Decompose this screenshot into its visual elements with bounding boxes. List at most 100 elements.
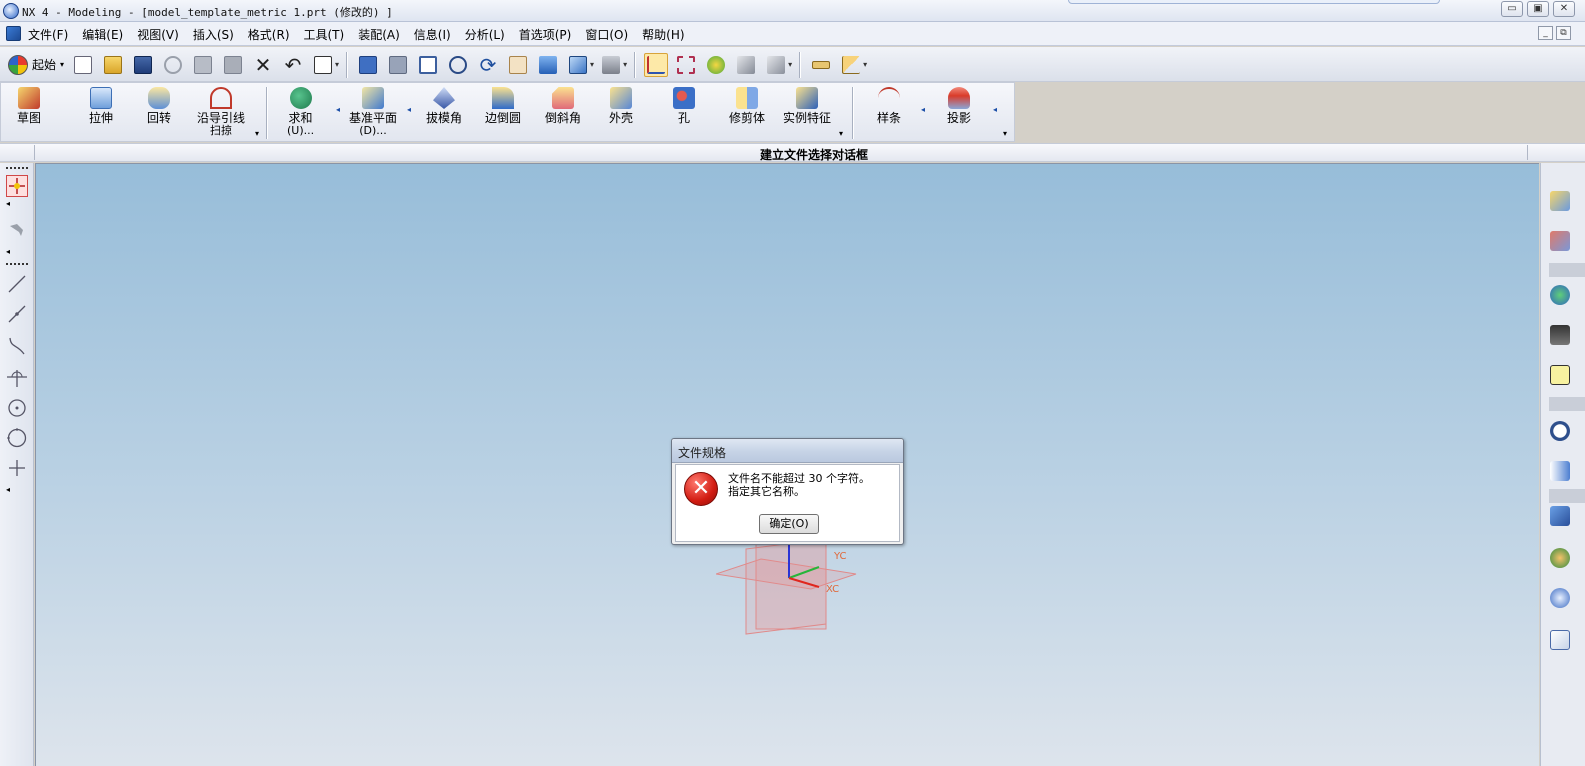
process-studio-icon[interactable]: [1550, 506, 1570, 526]
menu-assembly[interactable]: 装配(A): [358, 26, 400, 43]
maximize-button[interactable]: ▣: [1527, 1, 1549, 17]
menu-information[interactable]: 信息(I): [414, 26, 451, 43]
menu-analysis[interactable]: 分析(L): [465, 26, 505, 43]
circle-icon[interactable]: [6, 427, 28, 449]
zoom-box-icon[interactable]: [416, 53, 440, 77]
spline-dropdown-icon[interactable]: ◂: [921, 105, 925, 114]
left-tool-dropdown-icon[interactable]: ◂: [6, 199, 10, 208]
menu-format[interactable]: 格式(R): [248, 26, 290, 43]
zoom-icon[interactable]: [446, 53, 470, 77]
unite-dropdown-icon[interactable]: ◂: [336, 105, 340, 114]
document-menu-icon[interactable]: [6, 26, 21, 41]
toolbar-grip[interactable]: [6, 167, 28, 170]
save-icon[interactable]: [131, 53, 155, 77]
render-icon[interactable]: [599, 53, 623, 77]
assembly-navigator-icon[interactable]: [1550, 191, 1570, 211]
mdi-minimize-button[interactable]: _: [1538, 26, 1553, 40]
zoom-window-icon[interactable]: [386, 53, 410, 77]
analysis-icon[interactable]: [704, 53, 728, 77]
wrench-icon[interactable]: [6, 219, 28, 241]
ok-button[interactable]: 确定(O): [759, 514, 819, 534]
mdi-restore-button[interactable]: ⧉: [1556, 26, 1571, 40]
minimize-button[interactable]: ▭: [1501, 1, 1523, 17]
spline-button[interactable]: 样条: [877, 87, 901, 125]
menu-insert[interactable]: 插入(S): [193, 26, 234, 43]
undo-icon[interactable]: ↶: [281, 53, 305, 77]
left-tool-dropdown-icon[interactable]: ◂: [6, 247, 10, 256]
menu-window[interactable]: 窗口(O): [585, 26, 628, 43]
shell-button[interactable]: 外壳: [609, 87, 633, 125]
datum-plane-button[interactable]: 基准平面 (D)...: [349, 87, 397, 136]
measure-dropdown-icon[interactable]: ▾: [788, 60, 792, 69]
rotate-icon[interactable]: ⟳: [476, 53, 500, 77]
protractor-icon[interactable]: [839, 53, 863, 77]
revolve-button[interactable]: 回转: [147, 87, 171, 125]
shaded-icon[interactable]: [536, 53, 560, 77]
web-browser-icon[interactable]: [1550, 285, 1570, 305]
training-icon[interactable]: [1550, 325, 1570, 345]
line-icon[interactable]: [6, 273, 28, 295]
project-button[interactable]: 投影: [947, 87, 971, 125]
part-navigator-icon[interactable]: [1550, 231, 1570, 251]
pan-icon[interactable]: [506, 53, 530, 77]
history-clock-icon[interactable]: [1550, 421, 1570, 441]
menu-help[interactable]: 帮助(H): [642, 26, 684, 43]
select-point-icon[interactable]: [6, 175, 28, 197]
edge-blend-button[interactable]: 边倒圆: [485, 87, 521, 125]
point-icon[interactable]: [6, 457, 28, 479]
project-dropdown-icon[interactable]: ◂: [993, 105, 997, 114]
system-scenes-icon[interactable]: [1550, 588, 1570, 608]
sketch-button[interactable]: 草图: [17, 87, 41, 125]
unite-button[interactable]: 求和 (U)...: [287, 87, 314, 136]
cut-icon[interactable]: [161, 53, 185, 77]
measure-distance-icon[interactable]: [734, 53, 758, 77]
ruler-icon[interactable]: [809, 53, 833, 77]
toolbar-separator: [266, 87, 268, 139]
view-cube-icon[interactable]: [566, 53, 590, 77]
start-button[interactable]: 起始 ▾: [4, 52, 68, 78]
trim-body-button[interactable]: 修剪体: [729, 87, 765, 125]
left-tool-dropdown-icon[interactable]: ◂: [6, 485, 10, 494]
roles-icon[interactable]: [1550, 548, 1570, 568]
extrude-button[interactable]: 拉伸: [89, 87, 113, 125]
copy-icon[interactable]: [191, 53, 215, 77]
delete-icon[interactable]: ✕: [251, 53, 275, 77]
draft-button[interactable]: 拔模角: [426, 87, 462, 125]
menu-edit[interactable]: 编辑(E): [82, 26, 123, 43]
open-folder-icon[interactable]: [101, 53, 125, 77]
measure-angle-icon[interactable]: [764, 53, 788, 77]
circle-center-icon[interactable]: [6, 397, 28, 419]
reuse-library-icon[interactable]: [1550, 630, 1570, 650]
instance-feature-button[interactable]: 实例特征: [783, 87, 831, 125]
dialog-title-bar[interactable]: 文件规格: [672, 439, 903, 463]
datum-dropdown-icon[interactable]: ◂: [407, 105, 411, 114]
title-search-field[interactable]: [1068, 0, 1440, 4]
spline-curve-icon[interactable]: [6, 335, 28, 357]
paste-icon[interactable]: [221, 53, 245, 77]
sweep-dropdown-icon[interactable]: ▾: [255, 129, 259, 138]
hole-button[interactable]: 孔: [673, 87, 695, 125]
render-dropdown-icon[interactable]: ▾: [623, 60, 627, 69]
line-point-icon[interactable]: [6, 303, 28, 325]
feature-dropdown-icon[interactable]: ▾: [839, 129, 843, 138]
system-materials-icon[interactable]: [1550, 461, 1570, 481]
wcs-icon[interactable]: [644, 52, 669, 77]
menu-preferences[interactable]: 首选项(P): [519, 26, 572, 43]
curve-dropdown-icon[interactable]: ▾: [1003, 129, 1007, 138]
sweep-along-guide-button[interactable]: 沿导引线 扫掠: [197, 87, 245, 136]
toolbar-grip[interactable]: [6, 263, 28, 266]
menu-view[interactable]: 视图(V): [137, 26, 179, 43]
info-icon[interactable]: [311, 53, 335, 77]
fit-icon[interactable]: [356, 53, 380, 77]
menu-tools[interactable]: 工具(T): [304, 26, 345, 43]
snap-icon[interactable]: [674, 53, 698, 77]
menu-file[interactable]: 文件(F): [28, 26, 68, 43]
ruler-dropdown-icon[interactable]: ▾: [863, 60, 867, 69]
new-file-icon[interactable]: [71, 53, 95, 77]
view-dropdown-icon[interactable]: ▾: [590, 60, 594, 69]
info-dropdown-icon[interactable]: ▾: [335, 60, 339, 69]
chamfer-button[interactable]: 倒斜角: [545, 87, 581, 125]
close-button[interactable]: ✕: [1553, 1, 1575, 17]
tangent-line-icon[interactable]: [6, 366, 28, 388]
help-icon[interactable]: [1550, 365, 1570, 385]
